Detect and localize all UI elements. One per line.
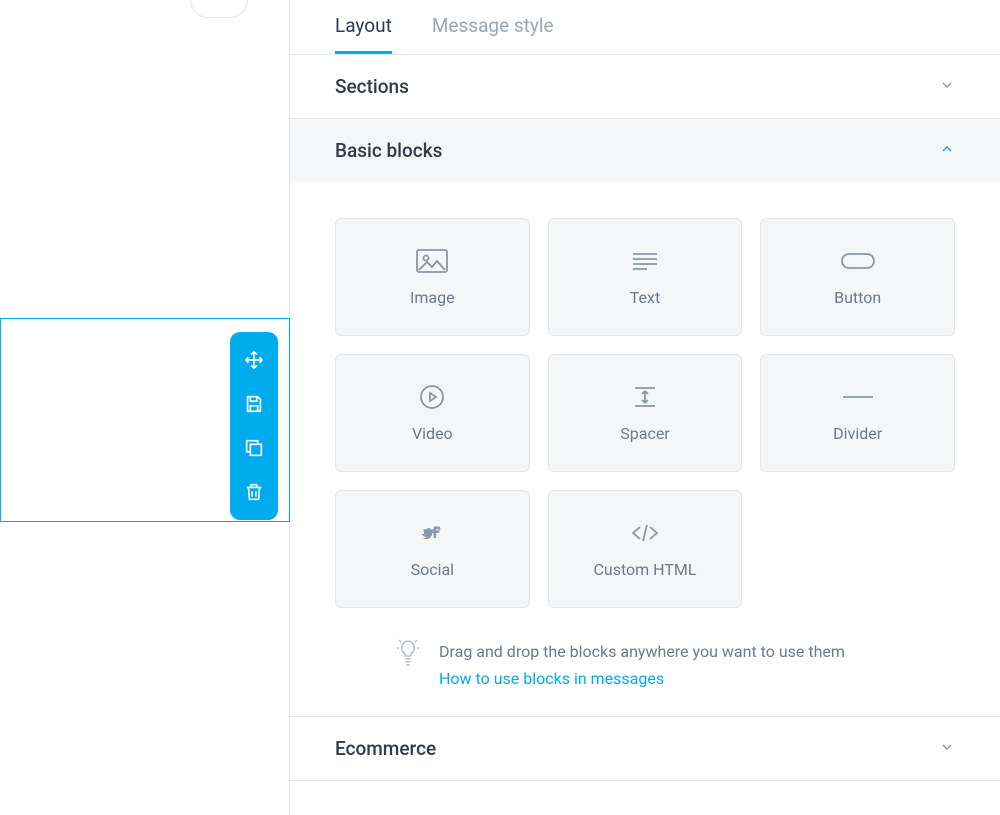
- accordion-header-sections[interactable]: Sections: [290, 55, 1000, 118]
- block-social[interactable]: Social: [335, 490, 530, 608]
- chevron-up-icon: [939, 139, 955, 162]
- divider-icon: [841, 384, 875, 410]
- accordion-title: Ecommerce: [335, 737, 436, 760]
- lightbulb-icon: [395, 638, 421, 672]
- chevron-down-icon: [939, 75, 955, 98]
- save-button[interactable]: [234, 384, 274, 424]
- chevron-down-icon: [939, 737, 955, 760]
- tip-line: Drag and drop the blocks anywhere you wa…: [439, 638, 845, 665]
- social-icon: [415, 520, 449, 546]
- right-panel: Layout Message style Sections Basic bloc…: [290, 0, 1000, 815]
- block-label: Spacer: [620, 424, 669, 443]
- move-button[interactable]: [234, 340, 274, 380]
- block-label: Social: [411, 560, 454, 579]
- block-toolbar: [230, 332, 278, 520]
- block-image[interactable]: Image: [335, 218, 530, 336]
- block-text[interactable]: Text: [548, 218, 743, 336]
- accordion-sections: Sections: [290, 55, 1000, 119]
- block-label: Video: [412, 424, 453, 443]
- tip-row: Drag and drop the blocks anywhere you wa…: [335, 608, 955, 692]
- duplicate-button[interactable]: [234, 428, 274, 468]
- block-button[interactable]: Button: [760, 218, 955, 336]
- move-icon: [243, 349, 265, 371]
- block-label: Image: [410, 288, 455, 307]
- basic-blocks-body: Image Text Button: [290, 182, 1000, 716]
- block-custom-html[interactable]: Custom HTML: [548, 490, 743, 608]
- block-label: Text: [630, 288, 660, 307]
- save-icon: [243, 393, 265, 415]
- delete-button[interactable]: [234, 472, 274, 512]
- spacer-icon: [631, 384, 659, 410]
- accordion-header-ecommerce[interactable]: Ecommerce: [290, 717, 1000, 780]
- block-spacer[interactable]: Spacer: [548, 354, 743, 472]
- block-grid: Image Text Button: [335, 218, 955, 608]
- tab-message-style[interactable]: Message style: [432, 14, 554, 54]
- accordion-title: Basic blocks: [335, 139, 442, 162]
- text-icon: [631, 248, 659, 274]
- tip-text: Drag and drop the blocks anywhere you wa…: [439, 638, 845, 692]
- duplicate-icon: [243, 437, 265, 459]
- block-label: Custom HTML: [593, 560, 696, 579]
- accordion-title: Sections: [335, 75, 409, 98]
- button-icon: [841, 248, 875, 274]
- trash-icon: [243, 481, 265, 503]
- block-video[interactable]: Video: [335, 354, 530, 472]
- block-label: Button: [834, 288, 881, 307]
- collapsed-pill: [190, 0, 248, 18]
- block-label: Divider: [833, 424, 882, 443]
- tip-link[interactable]: How to use blocks in messages: [439, 665, 845, 692]
- image-icon: [416, 248, 448, 274]
- tab-layout[interactable]: Layout: [335, 14, 392, 54]
- panel-tabs: Layout Message style: [290, 0, 1000, 55]
- accordion-basic-blocks: Basic blocks Image Text: [290, 119, 1000, 717]
- video-icon: [419, 384, 445, 410]
- accordion-ecommerce: Ecommerce: [290, 717, 1000, 781]
- code-icon: [630, 520, 660, 546]
- block-divider[interactable]: Divider: [760, 354, 955, 472]
- accordion-header-basic-blocks[interactable]: Basic blocks: [290, 119, 1000, 182]
